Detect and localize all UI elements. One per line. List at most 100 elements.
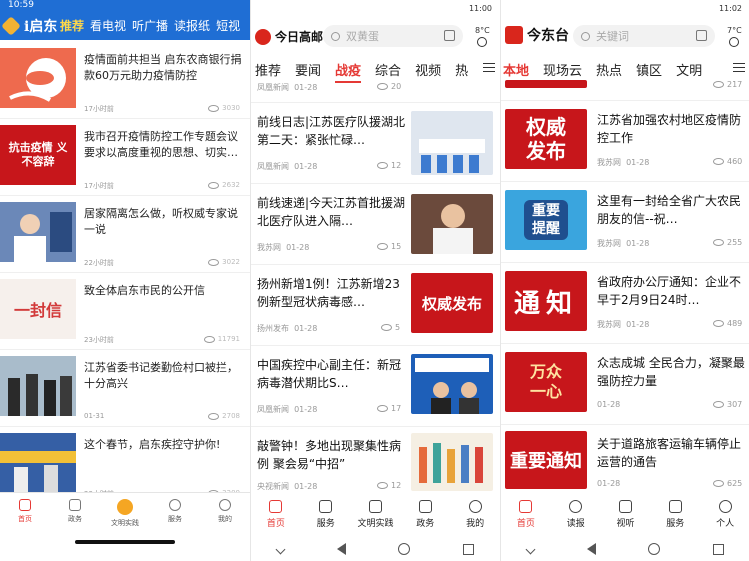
header-bar: 10:59 i启东 推荐 看电视 听广播 读报纸 短视 bbox=[0, 0, 250, 40]
article-thumbnail: 重要提醒 bbox=[505, 190, 587, 250]
people-photo bbox=[0, 356, 76, 416]
nav-government[interactable]: 政务 bbox=[50, 493, 100, 543]
list-item[interactable]: 敲警钟！多地出现聚集性病例 聚会易“中招” 央视新闻 01-28 12 bbox=[251, 427, 500, 495]
home-circle-icon[interactable] bbox=[648, 543, 661, 555]
article-title: 关于道路旅客运输车辆停止运营的通告 bbox=[597, 437, 742, 469]
tab-local[interactable]: 本地 bbox=[503, 60, 529, 81]
nav-home[interactable]: 首页 bbox=[501, 496, 551, 536]
view-count: 20 bbox=[377, 82, 401, 91]
article-thumbnail: 一封信 bbox=[0, 279, 76, 339]
list-item[interactable]: 一封信 致全体启东市民的公开信 23小时前 11791 bbox=[0, 273, 250, 350]
logo-icon bbox=[1, 16, 21, 36]
article-list: 疫情面前共担当 启东农商银行捐款60万元助力疫情防控 17小时前 3030 抗击… bbox=[0, 42, 250, 504]
tab-short-video[interactable]: 短视 bbox=[216, 17, 240, 34]
list-item[interactable]: 居家隔离怎么做，听权威专家说一说 22小时前 3022 bbox=[0, 196, 250, 273]
list-item[interactable]: 万众一心 众志成城 全民合力，凝聚最强防控力量 01-28 307 bbox=[501, 344, 749, 425]
article-title: 疫情面前共担当 启东农商银行捐款60万元助力疫情防控 bbox=[84, 53, 242, 82]
home-icon bbox=[19, 499, 31, 511]
list-item-partial[interactable]: 凤凰新闻 01-28 20 bbox=[251, 80, 500, 103]
list-item[interactable]: 疫情面前共担当 启东农商银行捐款60万元助力疫情防控 17小时前 3030 bbox=[0, 42, 250, 119]
nav-read-paper[interactable]: 读报 bbox=[551, 496, 601, 536]
article-title: 众志成城 全民合力，凝聚最强防控力量 bbox=[597, 356, 745, 388]
list-item-partial[interactable]: 217 bbox=[501, 80, 749, 101]
home-circle-icon[interactable] bbox=[398, 543, 411, 555]
user-icon bbox=[718, 500, 732, 513]
system-nav-bar bbox=[501, 537, 749, 561]
list-item[interactable]: 通知 省政府办公厅通知：企业不早于2月9日24时… 我苏网 01-28 489 bbox=[501, 263, 749, 344]
list-item[interactable]: 前线速递|今天江苏首批援湖北医疗队进入隔… 我苏网 01-28 15 bbox=[251, 184, 500, 265]
search-bar[interactable]: 双黄蛋 bbox=[323, 25, 463, 47]
view-count: 460 bbox=[713, 157, 742, 166]
nav-home[interactable]: 首页 bbox=[0, 493, 50, 543]
chevron-down-icon[interactable] bbox=[275, 544, 286, 554]
back-icon[interactable] bbox=[586, 543, 596, 555]
recent-apps-icon[interactable] bbox=[712, 543, 724, 555]
list-item[interactable]: 前线日志|江苏医疗队援湖北第二天：紧张忙碌… 凤凰新闻 01-28 12 bbox=[251, 103, 500, 184]
tab-hotspot[interactable]: 热点 bbox=[596, 60, 622, 81]
list-item[interactable]: 权威发布 江苏省加强农村地区疫情防控工作 我苏网 01-28 460 bbox=[501, 101, 749, 182]
home-icon bbox=[269, 500, 283, 513]
tab-town[interactable]: 镇区 bbox=[636, 60, 662, 81]
article-time: 17小时前 bbox=[84, 182, 114, 190]
tab-civilization[interactable]: 文明 bbox=[676, 60, 702, 81]
menu-icon[interactable] bbox=[483, 63, 495, 72]
back-icon[interactable] bbox=[336, 543, 346, 555]
article-title: 前线速递|今天江苏首批援湖北医疗队进入隔… bbox=[257, 196, 406, 228]
weather-widget[interactable]: 7°C bbox=[727, 26, 742, 47]
app-logo: 今日高邮 bbox=[255, 28, 323, 45]
donation-illustration bbox=[9, 58, 66, 102]
article-title: 江苏省加强农村地区疫情防控工作 bbox=[597, 113, 742, 145]
nav-personal[interactable]: 个人 bbox=[700, 496, 749, 536]
eye-icon bbox=[713, 158, 724, 165]
article-time: 01-31 bbox=[84, 412, 105, 420]
article-thumbnail bbox=[411, 354, 493, 414]
bottom-nav: 首页 读报 视听 服务 个人 bbox=[501, 496, 749, 536]
article-source: 01-28 bbox=[597, 479, 621, 488]
list-item[interactable]: 扬州新增1例！江苏新增23例新型冠状病毒感… 扬州发布 01-28 5 权威发布 bbox=[251, 265, 500, 346]
article-title: 中国疾控中心副主任：新冠病毒潜伏期比S… bbox=[257, 358, 402, 390]
tab-bar: 本地 现场云 热点 镇区 文明 bbox=[503, 60, 702, 81]
nav-mine[interactable]: 我的 bbox=[200, 493, 250, 543]
nav-home[interactable]: 首页 bbox=[251, 496, 301, 536]
article-thumbnail bbox=[0, 356, 76, 416]
article-title: 江苏省委书记娄勤俭村口被拦，十分高兴 bbox=[84, 361, 238, 390]
list-item[interactable]: 江苏省委书记娄勤俭村口被拦，十分高兴 01-31 2708 bbox=[0, 350, 250, 427]
list-item[interactable]: 重要通知 关于道路旅客运输车辆停止运营的通告 01-28 625 bbox=[501, 425, 749, 495]
list-item[interactable]: 重要提醒 这里有一封给全省广大农民朋友的信--祝… 我苏网 01-28 255 bbox=[501, 182, 749, 263]
scan-icon[interactable] bbox=[696, 30, 707, 41]
tab-live-cloud[interactable]: 现场云 bbox=[543, 60, 582, 81]
nav-service[interactable]: 服务 bbox=[150, 493, 200, 543]
scan-icon[interactable] bbox=[444, 30, 455, 41]
article-time: 23小时前 bbox=[84, 336, 114, 344]
search-bar[interactable]: 关键词 bbox=[573, 25, 715, 47]
search-icon bbox=[331, 31, 340, 41]
nav-government[interactable]: 政务 bbox=[400, 496, 450, 536]
view-count: 2708 bbox=[208, 412, 240, 420]
tab-newspaper[interactable]: 读报纸 bbox=[174, 17, 210, 34]
nav-civilization[interactable]: 文明实践 bbox=[100, 493, 150, 543]
nav-civilization[interactable]: 文明实践 bbox=[351, 496, 401, 536]
list-item[interactable]: 中国疾控中心副主任：新冠病毒潜伏期比S… 凤凰新闻 01-28 17 bbox=[251, 346, 500, 427]
nav-mine[interactable]: 我的 bbox=[450, 496, 500, 536]
view-count: 5 bbox=[381, 323, 400, 332]
recent-apps-icon[interactable] bbox=[462, 543, 474, 555]
home-indicator[interactable] bbox=[75, 540, 175, 544]
nav-service[interactable]: 服务 bbox=[650, 496, 700, 536]
menu-icon[interactable] bbox=[733, 63, 745, 72]
status-time: 11:00 bbox=[468, 4, 492, 13]
app-logo: i启东 bbox=[1, 16, 57, 36]
app-logo: 今东台 bbox=[505, 25, 569, 45]
chevron-down-icon[interactable] bbox=[525, 544, 536, 554]
article-title: 省政府办公厅通知：企业不早于2月9日24时… bbox=[597, 275, 742, 307]
tab-recommend[interactable]: 推荐 bbox=[60, 17, 84, 34]
weather-widget[interactable]: 8°C bbox=[475, 26, 490, 47]
cdc-photo bbox=[0, 433, 76, 493]
nav-video[interactable]: 视听 bbox=[601, 496, 651, 536]
list-item[interactable]: 抗击疫情 义不容辞 我市召开疫情防控工作专题会议要求以高度重视的思想、切实… 1… bbox=[0, 119, 250, 196]
tab-tv[interactable]: 看电视 bbox=[90, 17, 126, 34]
tab-radio[interactable]: 听广播 bbox=[132, 17, 168, 34]
view-count: 15 bbox=[377, 242, 401, 251]
medical-team-photo bbox=[411, 111, 493, 175]
nav-service[interactable]: 服务 bbox=[301, 496, 351, 536]
article-source: 我苏网 01-28 bbox=[597, 239, 650, 248]
